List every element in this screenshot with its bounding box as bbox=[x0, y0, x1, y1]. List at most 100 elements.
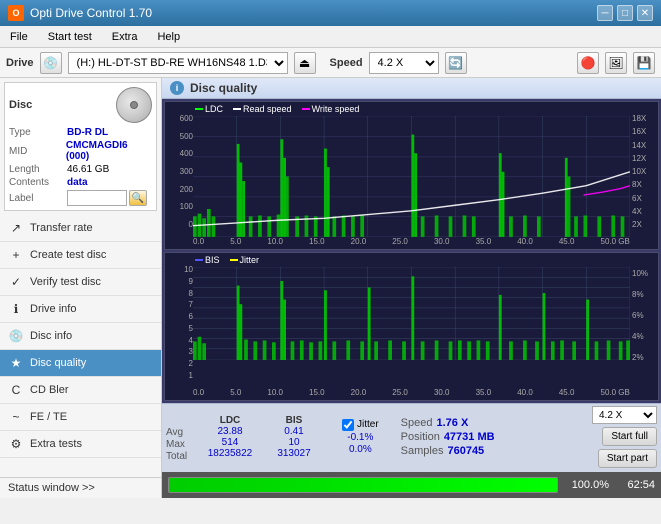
avg-ldc: 23.88 bbox=[217, 426, 242, 437]
menu-start-test[interactable]: Start test bbox=[42, 29, 98, 45]
titlebar-title: Opti Drive Control 1.70 bbox=[30, 6, 152, 20]
sidebar-item-cd-bler[interactable]: C CD Bler bbox=[0, 377, 161, 404]
eject-button[interactable]: ⏏ bbox=[294, 52, 316, 74]
verify-test-disc-icon: ✓ bbox=[8, 274, 24, 290]
btn4[interactable]: 💾 bbox=[633, 52, 655, 74]
close-button[interactable]: ✕ bbox=[637, 5, 653, 21]
max-label: Max bbox=[166, 439, 196, 450]
progress-percent: 100.0% bbox=[564, 479, 609, 491]
create-test-disc-icon: + bbox=[8, 247, 24, 263]
disc-section-title: Disc bbox=[9, 99, 32, 111]
status-window-label: Status window >> bbox=[8, 482, 95, 494]
start-full-button[interactable]: Start full bbox=[602, 427, 657, 446]
avg-bis: 0.41 bbox=[284, 426, 303, 437]
disc-label-row: Label 🔍 bbox=[9, 190, 152, 206]
max-jitter: 0.0% bbox=[334, 444, 387, 455]
ldc-chart: LDC Read speed Write speed 6005004003002… bbox=[164, 101, 659, 250]
bis-header: BIS bbox=[286, 415, 303, 426]
cd-bler-icon: C bbox=[8, 382, 24, 398]
extra-tests-icon: ⚙ bbox=[8, 436, 24, 452]
drive-info-label: Drive info bbox=[30, 303, 76, 315]
menu-help[interactable]: Help bbox=[151, 29, 186, 45]
transfer-rate-label: Transfer rate bbox=[30, 222, 93, 234]
disc-label-search-btn[interactable]: 🔍 bbox=[129, 190, 147, 206]
btn2[interactable]: 🔴 bbox=[577, 52, 599, 74]
disc-quality-icon: ★ bbox=[8, 355, 24, 371]
avg-label: Avg bbox=[166, 427, 196, 438]
disc-panel: Disc Type BD-R DL MID CMCMAGDI6 (000) Le… bbox=[4, 82, 157, 211]
maximize-button[interactable]: □ bbox=[617, 5, 633, 21]
btn3[interactable]: 🖼 bbox=[605, 52, 627, 74]
extra-tests-label: Extra tests bbox=[30, 438, 82, 450]
transfer-rate-icon: ↗ bbox=[8, 220, 24, 236]
total-label: Total bbox=[166, 451, 196, 462]
chart2-svg bbox=[193, 267, 630, 360]
disc-mid-row: MID CMCMAGDI6 (000) bbox=[9, 140, 152, 162]
menubar: File Start test Extra Help bbox=[0, 26, 661, 48]
position-val: 47731 MB bbox=[444, 431, 495, 443]
avg-jitter: -0.1% bbox=[334, 432, 387, 443]
disc-icon bbox=[116, 87, 152, 123]
jitter-checkbox-group[interactable]: Jitter bbox=[342, 419, 379, 431]
sidebar-item-fe-te[interactable]: ~ FE / TE bbox=[0, 404, 161, 431]
stats-bar: Avg Max Total LDC 23.88 514 18235822 BIS… bbox=[162, 403, 661, 472]
chart1-x-axis: 0.05.010.015.020.025.030.035.040.045.050… bbox=[193, 233, 630, 249]
disc-label-input[interactable] bbox=[67, 190, 127, 206]
jitter-legend: Jitter bbox=[230, 255, 260, 265]
verify-test-disc-label: Verify test disc bbox=[30, 276, 101, 288]
cd-bler-label: CD Bler bbox=[30, 384, 69, 396]
sidebar-item-drive-info[interactable]: ℹ Drive info bbox=[0, 296, 161, 323]
read-speed-legend: Read speed bbox=[233, 104, 292, 114]
max-ldc: 514 bbox=[222, 437, 239, 448]
progress-bar-container: 100.0% 62:54 bbox=[162, 472, 661, 498]
fe-te-label: FE / TE bbox=[30, 411, 67, 423]
progress-fill bbox=[169, 478, 557, 492]
jitter-checkbox[interactable] bbox=[342, 419, 354, 431]
sidebar-item-disc-info[interactable]: 💿 Disc info bbox=[0, 323, 161, 350]
chart1-y-axis-left: 6005004003002001000 bbox=[165, 102, 193, 231]
sidebar-item-create-test-disc[interactable]: + Create test disc bbox=[0, 242, 161, 269]
progress-track bbox=[168, 477, 558, 493]
menu-extra[interactable]: Extra bbox=[106, 29, 144, 45]
menu-file[interactable]: File bbox=[4, 29, 34, 45]
progress-time: 62:54 bbox=[615, 479, 655, 491]
position-info-row: Position 47731 MB bbox=[401, 431, 495, 443]
ldc-stat-col: LDC 23.88 514 18235822 bbox=[200, 415, 260, 459]
disc-quality-header: i Disc quality bbox=[162, 78, 661, 99]
ldc-legend: LDC bbox=[195, 104, 223, 114]
chart1-svg bbox=[193, 116, 630, 237]
status-window-button[interactable]: Status window >> bbox=[0, 477, 161, 498]
drivebar: Drive 💿 (H:) HL-DT-ST BD-RE WH16NS48 1.D… bbox=[0, 48, 661, 78]
sidebar-item-transfer-rate[interactable]: ↗ Transfer rate bbox=[0, 215, 161, 242]
speed-key: Speed bbox=[401, 417, 433, 429]
minimize-button[interactable]: ─ bbox=[597, 5, 613, 21]
disc-contents-row: Contents data bbox=[9, 177, 152, 188]
chart2-x-axis: 0.05.010.015.020.025.030.035.040.045.050… bbox=[193, 384, 630, 400]
jitter-legend-label: Jitter bbox=[240, 255, 260, 265]
jitter-label: Jitter bbox=[357, 419, 379, 430]
speed-val: 1.76 X bbox=[436, 417, 468, 429]
jitter-legend-dot bbox=[230, 259, 238, 261]
drive-select[interactable]: (H:) HL-DT-ST BD-RE WH16NS48 1.D3 bbox=[68, 52, 288, 74]
titlebar-controls: ─ □ ✕ bbox=[597, 5, 653, 21]
disc-quality-title: Disc quality bbox=[190, 81, 257, 95]
sidebar: Disc Type BD-R DL MID CMCMAGDI6 (000) Le… bbox=[0, 78, 162, 498]
drive-label: Drive bbox=[6, 57, 34, 69]
speed-select[interactable]: 4.2 X bbox=[369, 52, 439, 74]
chart2-y-axis-left: 10987654321 bbox=[165, 253, 193, 382]
samples-val: 760745 bbox=[447, 445, 484, 457]
sidebar-item-verify-test-disc[interactable]: ✓ Verify test disc bbox=[0, 269, 161, 296]
disc-quality-header-icon: i bbox=[170, 81, 184, 95]
start-part-button[interactable]: Start part bbox=[598, 449, 657, 468]
speed-select2[interactable]: 4.2 X bbox=[592, 406, 657, 424]
drive-icon-btn[interactable]: 💿 bbox=[40, 52, 62, 74]
sidebar-item-disc-quality[interactable]: ★ Disc quality bbox=[0, 350, 161, 377]
app-icon: O bbox=[8, 5, 24, 21]
create-test-disc-label: Create test disc bbox=[30, 249, 106, 261]
sidebar-item-extra-tests[interactable]: ⚙ Extra tests bbox=[0, 431, 161, 458]
stats-row: Avg Max Total LDC 23.88 514 18235822 BIS… bbox=[166, 406, 657, 468]
speed-refresh-btn[interactable]: 🔄 bbox=[445, 52, 467, 74]
ldc-legend-dot bbox=[195, 108, 203, 110]
write-speed-label: Write speed bbox=[312, 104, 360, 114]
charts-area: LDC Read speed Write speed 6005004003002… bbox=[162, 99, 661, 403]
